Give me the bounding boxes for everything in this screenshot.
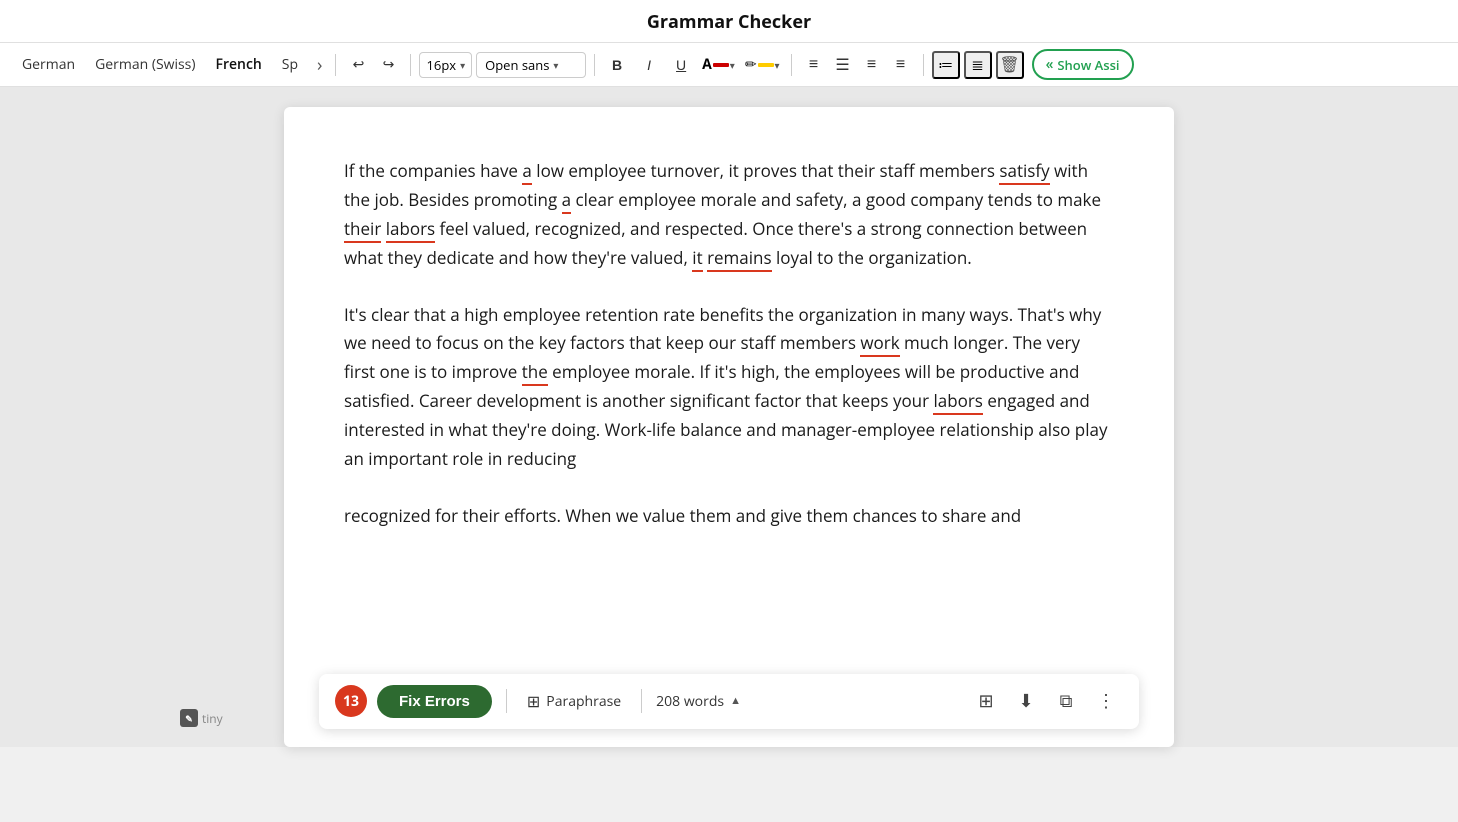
- delete-button[interactable]: 🗑: [996, 51, 1024, 79]
- paragraph-3: recognized for their efforts. When we va…: [344, 502, 1114, 531]
- ordered-list-button[interactable]: ≣: [964, 51, 992, 79]
- separator-2: [410, 54, 411, 76]
- download-icon-button[interactable]: ⬇: [1009, 684, 1043, 718]
- highlight-color-button[interactable]: ✏ ▾: [742, 53, 783, 76]
- error-labors1: labors: [386, 217, 435, 243]
- underline-button[interactable]: U: [667, 51, 695, 79]
- align-right-button[interactable]: ≡: [858, 51, 886, 79]
- font-size-value: 16px: [426, 56, 456, 74]
- align-justify-button[interactable]: ≡: [887, 51, 915, 79]
- lang-sp[interactable]: Sp: [272, 51, 308, 78]
- separator-5: [923, 54, 924, 76]
- bottom-sep-1: [506, 689, 507, 713]
- text-color-button[interactable]: A ▾: [699, 53, 738, 76]
- font-family-chevron-icon: ▾: [553, 58, 558, 72]
- text-color-swatch: [713, 63, 729, 67]
- title-bar: Grammar Checker: [0, 0, 1458, 43]
- fix-errors-button[interactable]: Fix Errors: [377, 685, 492, 718]
- word-count-value: 208 words: [656, 690, 724, 714]
- font-family-select[interactable]: Open sans ▾: [476, 52, 586, 78]
- paraphrase-button[interactable]: ⊞ Paraphrase: [521, 684, 627, 719]
- show-assist-label: Show Assi: [1057, 56, 1119, 74]
- highlight-color-swatch: [758, 63, 774, 67]
- word-count-chevron-icon[interactable]: ▲: [730, 692, 741, 711]
- editor-card[interactable]: If the companies have a low employee tur…: [284, 107, 1174, 747]
- paragraph-2: It's clear that a high employee retentio…: [344, 301, 1114, 474]
- text-color-label: A: [702, 55, 712, 74]
- undo-button[interactable]: ↩: [344, 51, 372, 79]
- error-satisfy: satisfy: [999, 159, 1049, 185]
- error-remains: remains: [707, 246, 772, 272]
- bottom-right-icons: ⊞ ⬇ ⧉ ⋮: [969, 684, 1123, 718]
- bottom-bar: 13 Fix Errors ⊞ Paraphrase 208 words ▲ ⊞…: [319, 674, 1139, 729]
- error-their: their: [344, 217, 381, 243]
- font-size-chevron-icon: ▾: [460, 58, 465, 72]
- error-count: 13: [343, 690, 359, 714]
- unordered-list-button[interactable]: ≔: [932, 51, 960, 79]
- error-labors2: labors: [933, 389, 982, 415]
- tiny-logo: ✎ tiny: [180, 709, 223, 727]
- bottom-sep-2: [641, 689, 642, 713]
- error-work: work: [860, 331, 899, 357]
- lang-scroll-right-icon[interactable]: ›: [312, 51, 327, 79]
- lang-french[interactable]: French: [205, 51, 271, 78]
- app-title: Grammar Checker: [647, 10, 811, 34]
- main-area: ✎ tiny If the companies have a low emplo…: [0, 87, 1458, 747]
- show-assist-button[interactable]: « Show Assi: [1032, 49, 1134, 80]
- highlight-icon: ✏: [745, 55, 757, 74]
- bold-button[interactable]: B: [603, 51, 631, 79]
- separator-1: [335, 54, 336, 76]
- separator-4: [791, 54, 792, 76]
- toolbar: German German (Swiss) French Sp › ↩ ↪ 16…: [0, 43, 1458, 87]
- text-color-chevron-icon: ▾: [730, 58, 735, 72]
- paraphrase-icon: ⊞: [527, 688, 540, 715]
- language-tabs: German German (Swiss) French Sp: [12, 51, 308, 78]
- chart-icon-button[interactable]: ⊞: [969, 684, 1003, 718]
- error-the: the: [522, 360, 548, 386]
- more-options-button[interactable]: ⋮: [1089, 684, 1123, 718]
- separator-3: [594, 54, 595, 76]
- error-it: it: [692, 246, 702, 272]
- align-center-button[interactable]: ☰: [829, 51, 857, 79]
- redo-button[interactable]: ↪: [374, 51, 402, 79]
- paraphrase-label: Paraphrase: [546, 690, 621, 714]
- tiny-icon: ✎: [180, 709, 198, 727]
- align-left-button[interactable]: ≡: [800, 51, 828, 79]
- error-count-badge: 13: [335, 685, 367, 717]
- lang-german-swiss[interactable]: German (Swiss): [85, 51, 205, 78]
- font-size-select[interactable]: 16px ▾: [419, 52, 472, 78]
- undo-redo-group: ↩ ↪: [344, 51, 402, 79]
- paragraph-1: If the companies have a low employee tur…: [344, 157, 1114, 273]
- show-assist-chevron-icon: «: [1046, 55, 1054, 74]
- highlight-chevron-icon: ▾: [775, 58, 780, 72]
- align-group: ≡ ☰ ≡ ≡: [800, 51, 915, 79]
- error-a: a: [522, 159, 531, 185]
- error-a2: a: [562, 188, 571, 214]
- italic-button[interactable]: I: [635, 51, 663, 79]
- lang-german[interactable]: German: [12, 51, 85, 78]
- word-count: 208 words ▲: [656, 690, 741, 714]
- font-family-value: Open sans: [485, 56, 549, 74]
- copy-icon-button[interactable]: ⧉: [1049, 684, 1083, 718]
